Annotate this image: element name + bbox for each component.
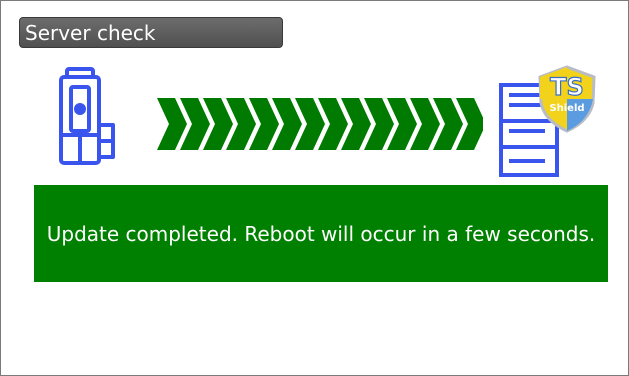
chevron-arrow bbox=[157, 98, 187, 150]
title-bar: Server check bbox=[19, 17, 283, 48]
server-icon: TS Shield bbox=[499, 65, 596, 177]
dialog-title: Server check bbox=[25, 21, 156, 45]
status-message-panel: Update completed. Reboot will occur in a… bbox=[34, 185, 608, 282]
status-message: Update completed. Reboot will occur in a… bbox=[46, 221, 596, 246]
dialog-screen: Server check TS Shield Update completed.… bbox=[0, 0, 629, 376]
transfer-arrows bbox=[157, 98, 483, 150]
total-station-icon bbox=[59, 67, 115, 165]
badge-shield-text: Shield bbox=[549, 103, 584, 114]
badge-ts-text: TS bbox=[550, 73, 584, 101]
